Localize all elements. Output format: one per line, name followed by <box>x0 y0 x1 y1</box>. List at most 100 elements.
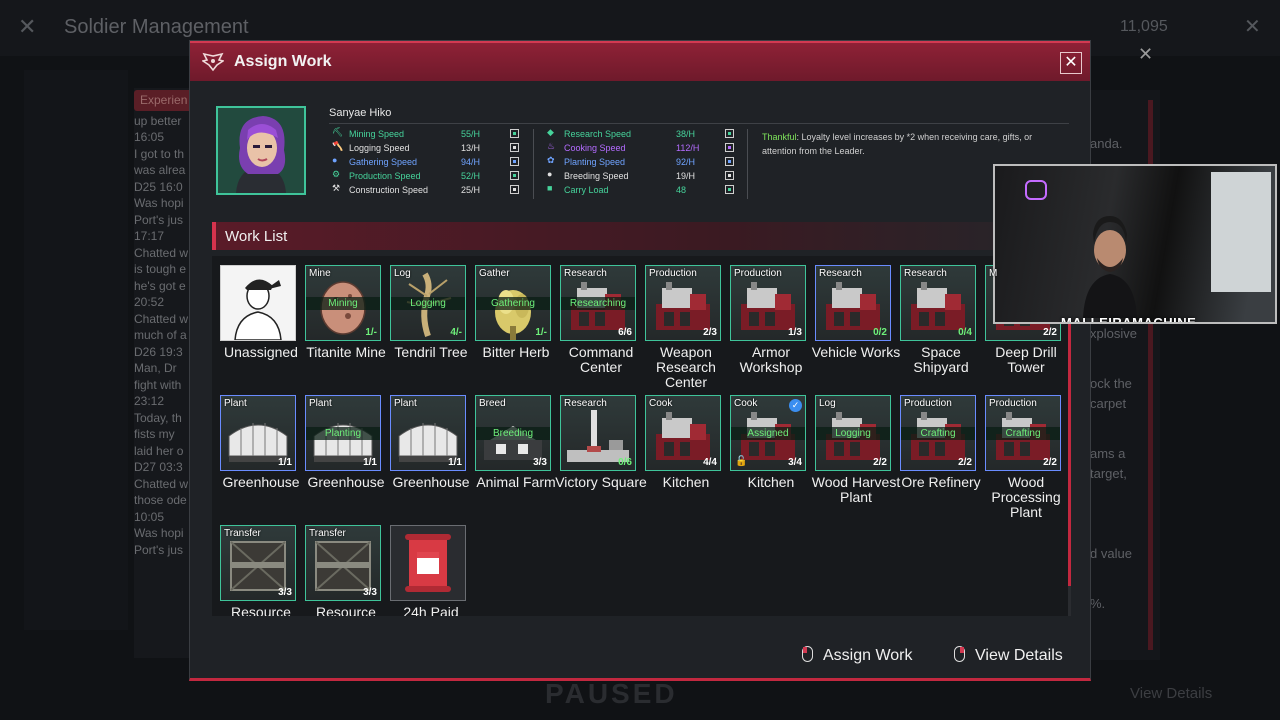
work-item-thumbnail[interactable]: Research Researching 6/6 <box>560 265 636 341</box>
view-details-button[interactable]: View Details <box>954 646 1063 665</box>
work-item-thumbnail[interactable]: Production Crafting 2/2 <box>900 395 976 471</box>
worker-count: 0/4 <box>958 327 972 338</box>
worker-count: 1/- <box>365 327 377 338</box>
assign-work-dialog: Assign Work ✕ Sanyae Hiko ⛏ Mining Speed 5… <box>189 40 1091 681</box>
work-item-card[interactable]: Production 1/3 Armor Workshop <box>726 265 816 405</box>
work-item-card[interactable]: Transfer 3/3 Resource <box>216 525 306 616</box>
work-item-card[interactable]: Research 0/4 Space Shipyard <box>896 265 986 405</box>
work-item-card[interactable]: Research 0/6 Victory Square <box>555 395 647 535</box>
assigned-check-icon: ✓ <box>789 399 802 412</box>
work-category: Mine <box>309 268 331 279</box>
log-line: is tough e <box>134 262 187 276</box>
stat-label: Logging Speed <box>349 143 410 153</box>
log-line: Man, Dr <box>134 361 177 375</box>
log-line: Port's jus <box>134 542 183 557</box>
stat-toggle-box <box>725 185 734 194</box>
stat-row: ⚒ Construction Speed 25/H <box>330 183 526 197</box>
work-item-thumbnail[interactable]: Log Logging 2/2 <box>815 395 891 471</box>
coin-counter: 11,095 <box>1120 18 1168 35</box>
stat-label: Gathering Speed <box>349 157 418 167</box>
work-item-card[interactable]: Production Crafting 2/2 Ore Refinery <box>896 395 986 535</box>
work-status-banner: Breeding <box>476 427 550 440</box>
work-item-thumbnail[interactable]: Production 1/3 <box>730 265 806 341</box>
work-item-thumbnail[interactable]: Log Logging 4/- <box>390 265 466 341</box>
trait-description: Thankful: Loyalty level increases by *2 … <box>762 130 1052 158</box>
trait-text: : Loyalty level increases by *2 when rec… <box>762 132 1033 156</box>
work-item-card[interactable]: Log Logging 4/- Tendril Tree <box>386 265 476 405</box>
work-item-card[interactable]: Plant 1/1 Greenhouse <box>216 395 306 535</box>
assign-work-button[interactable]: Assign Work <box>802 646 913 665</box>
work-item-thumbnail[interactable]: Research 0/4 <box>900 265 976 341</box>
work-item-name: Wood Processing Plant <box>991 474 1061 520</box>
work-item-card[interactable]: Production 2/3 Weapon Research Center <box>641 265 731 405</box>
work-item-thumbnail[interactable]: Transfer 3/3 <box>220 525 296 601</box>
worker-count: 1/1 <box>363 457 377 468</box>
work-item-thumbnail[interactable]: Production 2/3 <box>645 265 721 341</box>
stat-label: Production Speed <box>349 171 421 181</box>
log-line: Chatted w <box>134 311 189 326</box>
stat-label: Cooking Speed <box>564 143 626 153</box>
work-item-card[interactable]: Plant 1/1 Greenhouse <box>386 395 476 535</box>
work-item-card[interactable]: Unassigned <box>216 265 306 405</box>
work-item-card[interactable]: Research Researching 6/6 Command Center <box>556 265 646 405</box>
work-item-name: Space Shipyard <box>913 344 969 375</box>
description-line: target, <box>1090 466 1127 481</box>
stat-value: 92/H <box>676 157 696 167</box>
neon-sign-icon <box>1025 180 1047 200</box>
work-item-thumbnail[interactable]: Research 0/2 <box>815 265 891 341</box>
work-item-thumbnail[interactable]: Research 0/6 <box>560 395 636 471</box>
work-item-thumbnail[interactable]: Mine Mining 1/- <box>305 265 381 341</box>
work-item-card[interactable]: Log Logging 2/2 Wood Harvest Plant <box>811 395 901 535</box>
work-category: Production <box>904 398 952 409</box>
close-button[interactable]: ✕ <box>1060 52 1082 74</box>
soldier-portrait <box>216 106 306 195</box>
work-item-card[interactable]: Research 0/2 Vehicle Works <box>811 265 901 405</box>
work-item-card[interactable]: Plant Planting 1/1 Greenhouse <box>301 395 391 535</box>
worker-count: 0/6 <box>618 457 632 468</box>
work-category: Log <box>394 268 411 279</box>
description-line: %. <box>1090 596 1106 611</box>
description-line: d value <box>1090 546 1132 561</box>
work-item-card[interactable]: Cook 4/4 Kitchen <box>641 395 731 535</box>
work-item-thumbnail[interactable]: Plant 1/1 <box>220 395 296 471</box>
background-log: Experien up better 16:05 I got to th was al… <box>134 88 190 658</box>
work-item-card[interactable]: Gather Gathering 1/- Bitter Herb <box>471 265 561 405</box>
work-item-name: Wood Harvest Plant <box>811 474 901 505</box>
work-item-thumbnail[interactable]: Cook 4/4 <box>645 395 721 471</box>
work-item-thumbnail[interactable]: Plant Planting 1/1 <box>305 395 381 471</box>
work-item-card[interactable]: Transfer 3/3 Resource <box>301 525 391 616</box>
log-line: Was hopi <box>134 526 184 540</box>
log-line: Chatted w <box>134 245 189 260</box>
work-item-thumbnail[interactable] <box>220 265 296 341</box>
stat-label: Research Speed <box>564 129 632 139</box>
work-item-name: Bitter Herb <box>482 344 550 360</box>
work-item-card[interactable]: Production Crafting 2/2 Wood Processing Pla… <box>981 395 1070 535</box>
worker-count: 3/3 <box>533 457 547 468</box>
work-item-thumbnail[interactable]: Production Crafting 2/2 <box>985 395 1061 471</box>
work-category: Plant <box>309 398 332 409</box>
work-item-thumbnail[interactable]: Transfer 3/3 <box>305 525 381 601</box>
stat-row: ■ Carry Load 48 <box>545 183 741 197</box>
work-item-card[interactable]: Cook Assigned 3/4 ✓ 🔓 Kitchen <box>726 395 816 535</box>
work-item-card[interactable]: 24h Paid <box>386 525 476 616</box>
work-list-title: Work List <box>225 228 288 245</box>
stat-row: ⛏ Mining Speed 55/H <box>330 127 526 141</box>
work-item-card[interactable]: Breed Breeding 3/3 Animal Farm <box>471 395 561 535</box>
work-category: Transfer <box>224 528 261 539</box>
dialog-header: Assign Work ✕ <box>190 41 1090 81</box>
work-item-thumbnail[interactable]: Cook Assigned 3/4 ✓ 🔓 <box>730 395 806 471</box>
log-line: Was hopi <box>134 196 184 210</box>
work-item-thumbnail[interactable]: Breed Breeding 3/3 <box>475 395 551 471</box>
stat-icon: ⛏ <box>332 127 344 137</box>
work-item-card[interactable]: Mine Mining 1/- Titanite Mine <box>301 265 391 405</box>
stat-value: 112/H <box>676 143 700 153</box>
paused-label: PAUSED <box>545 678 678 709</box>
work-category: Production <box>989 398 1037 409</box>
work-item-thumbnail[interactable] <box>390 525 466 601</box>
work-category: Production <box>649 268 697 279</box>
worker-count: 0/2 <box>873 327 887 338</box>
stat-toggle-box <box>510 171 519 180</box>
work-item-thumbnail[interactable]: Plant 1/1 <box>390 395 466 471</box>
description-line: ock the <box>1090 376 1132 391</box>
work-item-thumbnail[interactable]: Gather Gathering 1/- <box>475 265 551 341</box>
